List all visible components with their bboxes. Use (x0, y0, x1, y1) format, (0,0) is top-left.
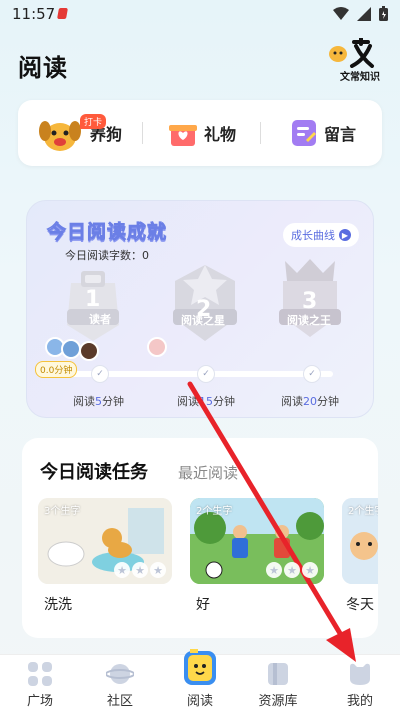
planet-icon (106, 664, 134, 684)
nav-label: 我的 (346, 694, 373, 709)
star-icon: ★ (266, 562, 282, 578)
check-icon: ✓ (197, 365, 215, 383)
reading-tasks-card: 今日阅读任务 最近阅读 3个生字 ★ ★ ★ 洗洗 2个生字 ★ ★ ★ 好 2… (22, 438, 378, 638)
app-notification-icon (57, 8, 68, 19)
star-icon: ★ (302, 562, 318, 578)
reader-avatar (147, 337, 167, 357)
reading-progress-bar (43, 371, 333, 377)
quick-entry-label: 礼物 (204, 125, 237, 144)
message-icon (292, 120, 316, 146)
nav-label: 阅读 (186, 694, 213, 709)
divider (142, 122, 143, 144)
tab-recent-reading[interactable]: 最近阅读 (178, 462, 238, 483)
check-icon: ✓ (91, 365, 109, 383)
check-icon: ✓ (303, 365, 321, 383)
library-icon (268, 663, 288, 685)
medal-1: 1 读者 (61, 269, 125, 347)
nav-reading[interactable]: 阅读 (168, 649, 232, 711)
goal-2: 阅读15分钟 (177, 395, 235, 408)
nav-library[interactable]: 资源库 (246, 655, 310, 711)
star-icon: ★ (150, 562, 166, 578)
medal-number: 1 (85, 287, 101, 312)
tab-label: 今日阅读任务 (40, 462, 148, 483)
goal-1: 阅读5分钟 (73, 395, 124, 408)
new-words-tag: 3个生字 (44, 506, 81, 517)
star-rating: ★ ★ ★ (114, 562, 166, 578)
divider (260, 122, 261, 144)
grid-icon (28, 662, 52, 686)
nav-label: 广场 (26, 694, 53, 709)
battery-icon (379, 6, 388, 21)
medal-number: 3 (302, 289, 318, 314)
medal-name: 阅读之王 (287, 314, 331, 327)
book-title[interactable]: 洗洗 (44, 594, 72, 614)
achievement-card: 今日阅读成就 今日阅读字数：0 成长曲线 ▶ 1 读者 2 阅读之星 3 阅读之… (26, 200, 374, 418)
star-icon: ★ (284, 562, 300, 578)
book-title[interactable]: 好 (196, 594, 210, 614)
reader-avatar (79, 341, 99, 361)
medal-name: 读者 (89, 313, 111, 326)
achievement-title: 今日阅读成就 (47, 221, 168, 244)
medal-2: 2 阅读之星 (169, 261, 241, 349)
nav-mine[interactable]: 我的 (328, 655, 392, 711)
growth-curve-button[interactable]: 成长曲线 ▶ (283, 223, 359, 247)
star-icon: ★ (132, 562, 148, 578)
quick-entries-card: 打卡 养狗 礼物 留言 (18, 100, 382, 166)
nav-label: 社区 (106, 694, 133, 709)
quick-entry-dog[interactable]: 打卡 养狗 (36, 112, 122, 154)
book-card[interactable]: 2个生字 ★ ★ ★ (190, 498, 324, 584)
status-icons (333, 6, 388, 21)
word-count: 今日阅读字数：0 (65, 249, 149, 262)
star-rating: ★ ★ ★ (266, 562, 318, 578)
chevron-right-icon: ▶ (339, 229, 351, 241)
quick-entry-gift[interactable]: 礼物 (168, 112, 236, 154)
quick-entry-message[interactable]: 留言 (290, 112, 356, 154)
bottom-nav: 广场 社区 阅读 资源库 我的 (0, 649, 400, 711)
book-card[interactable]: 2个生字 (342, 498, 378, 584)
brand-text: 文常知识 (340, 72, 380, 83)
status-time: 11:57 (12, 5, 56, 23)
star-icon: ★ (114, 562, 130, 578)
brand-mascot-icon (329, 36, 374, 68)
goal-3: 阅读20分钟 (281, 395, 339, 408)
page-title: 阅读 (18, 54, 68, 82)
new-words-tag: 2个生字 (348, 506, 378, 517)
medal-name: 阅读之星 (181, 314, 225, 327)
tab-today-tasks[interactable]: 今日阅读任务 (40, 458, 148, 484)
medal-3: 3 阅读之王 (277, 257, 343, 345)
book-icon (184, 649, 216, 685)
reader-avatar (61, 339, 81, 359)
gift-icon (169, 125, 197, 146)
elapsed-minutes: 0.0分钟 (35, 361, 78, 378)
profile-icon (350, 663, 370, 685)
checkin-badge: 打卡 (80, 114, 107, 129)
nav-label: 资源库 (258, 694, 298, 709)
wifi-icon (333, 6, 349, 20)
quick-entry-label: 留言 (324, 125, 357, 144)
nav-community[interactable]: 社区 (88, 655, 152, 711)
dog-icon (39, 121, 81, 151)
nav-square[interactable]: 广场 (8, 655, 72, 711)
book-card[interactable]: 3个生字 ★ ★ ★ (38, 498, 172, 584)
new-words-tag: 2个生字 (196, 506, 233, 517)
growth-curve-label: 成长曲线 (291, 229, 335, 242)
status-bar: 11:57 (0, 0, 400, 28)
signal-icon (357, 6, 371, 21)
book-title[interactable]: 冬天 (346, 594, 374, 614)
